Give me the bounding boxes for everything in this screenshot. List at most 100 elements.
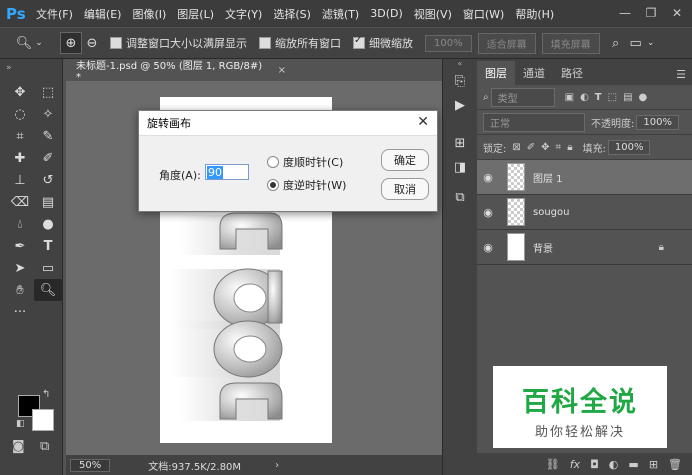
layer-row-sougou[interactable]: ◉ sougou [477, 195, 692, 230]
workspace-chevron-icon[interactable]: ⌄ [646, 33, 656, 53]
cancel-button[interactable]: 取消 [381, 178, 429, 200]
visibility-eye-icon[interactable]: ◉ [477, 241, 499, 254]
menu-select[interactable]: 选择(S) [273, 6, 311, 22]
adjustments-panel-icon[interactable]: ◨ [443, 155, 477, 179]
new-group-icon[interactable]: ▬ [628, 458, 638, 471]
menu-image[interactable]: 图像(I) [132, 6, 166, 22]
ok-button[interactable]: 确定 [381, 149, 429, 171]
clockwise-radio[interactable] [267, 156, 279, 168]
menu-help[interactable]: 帮助(H) [515, 6, 554, 22]
workspace-icon[interactable]: ▭ [626, 33, 646, 53]
tab-channels[interactable]: 通道 [515, 61, 553, 85]
filter-adjust-icon[interactable]: ◐ [580, 92, 589, 103]
close-document-icon[interactable]: × [278, 65, 286, 76]
lasso-tool-icon[interactable]: ◌ [6, 103, 34, 125]
menu-type[interactable]: 文字(Y) [225, 6, 262, 22]
dialog-close-icon[interactable]: ✕ [417, 114, 429, 130]
filter-type-icon[interactable]: T [595, 92, 602, 103]
zoom-tool-icon[interactable]: 🔍︎ [34, 279, 62, 301]
eyedropper-icon[interactable]: ✎ [34, 125, 62, 147]
angle-input[interactable]: 90 [205, 164, 249, 180]
hand-tool-icon[interactable]: ✋︎ [6, 279, 34, 301]
collapse-panels-icon[interactable]: « [443, 59, 477, 69]
chevron-down-icon[interactable]: ⌄ [34, 33, 44, 53]
gradient-tool-icon[interactable]: ▤ [34, 191, 62, 213]
history-brush-icon[interactable]: ↺ [34, 169, 62, 191]
type-tool-icon[interactable]: T [34, 235, 62, 257]
menu-filter[interactable]: 滤镜(T) [322, 6, 359, 22]
fit-screen-button[interactable]: 适合屏幕 [477, 32, 536, 54]
filter-smart-icon[interactable]: ▤ [623, 92, 632, 103]
zoom-tool-preset-icon[interactable]: 🔍︎ [14, 33, 34, 53]
blur-tool-icon[interactable]: 💧︎ [6, 213, 34, 235]
history-panel-icon[interactable]: ⎘ [443, 69, 477, 93]
actions-play-icon[interactable]: ▶ [443, 93, 477, 117]
zoom-level-field[interactable]: 50% [70, 458, 111, 472]
path-select-icon[interactable]: ➤ [6, 257, 34, 279]
maximize-icon[interactable]: ❐ [642, 4, 660, 22]
link-layers-icon[interactable]: ⛓ [546, 458, 560, 471]
filter-pixel-icon[interactable]: ▣ [565, 92, 574, 103]
visibility-eye-icon[interactable]: ◉ [477, 171, 499, 184]
status-menu-arrow-icon[interactable]: › [275, 460, 279, 471]
adjustment-layer-icon[interactable]: ◐ [609, 458, 619, 471]
tab-layers[interactable]: 图层 [477, 61, 515, 85]
add-mask-icon[interactable]: ◘ [590, 458, 599, 471]
default-colors-icon[interactable]: ◧ [16, 419, 25, 429]
magic-wand-icon[interactable]: ✧ [34, 103, 62, 125]
zoom-out-icon[interactable]: ⊖ [82, 33, 102, 53]
layer-row-background[interactable]: ◉ 背景 🔒︎ [477, 230, 692, 265]
percent-100-button[interactable]: 100% [425, 34, 472, 52]
zoom-all-checkbox[interactable] [259, 37, 271, 49]
dodge-tool-icon[interactable]: ● [34, 213, 62, 235]
stamp-tool-icon[interactable]: ⊥ [6, 169, 34, 191]
menu-3d[interactable]: 3D(D) [370, 7, 403, 20]
opacity-field[interactable]: 100% [636, 114, 679, 130]
toolbox-collapse-icon[interactable]: » [6, 63, 12, 73]
lock-all-icon[interactable]: 🔒︎ [567, 142, 572, 153]
fill-screen-button[interactable]: 填充屏幕 [541, 32, 600, 54]
fill-field[interactable]: 100% [607, 139, 651, 155]
quick-mask-icon[interactable]: ◙ [12, 439, 25, 454]
lock-position-icon[interactable]: ✥ [541, 142, 549, 153]
marquee-tool-icon[interactable]: ⬚ [34, 81, 62, 103]
menu-layer[interactable]: 图层(L) [177, 6, 214, 22]
pen-tool-icon[interactable]: ✒ [6, 235, 34, 257]
crop-tool-icon[interactable]: ⌗ [6, 125, 34, 147]
more-tools-icon[interactable]: ··· [6, 301, 34, 323]
glyphs-panel-icon[interactable]: ⧉ [443, 185, 477, 209]
minimize-icon[interactable]: — [616, 4, 634, 22]
brush-tool-icon[interactable]: ✐ [34, 147, 62, 169]
shape-tool-icon[interactable]: ▭ [34, 257, 62, 279]
screen-mode-icon[interactable]: ⧉ [40, 439, 49, 454]
menu-edit[interactable]: 编辑(E) [84, 6, 122, 22]
filter-shape-icon[interactable]: ⬚ [608, 92, 617, 103]
scrubby-zoom-checkbox[interactable] [353, 35, 365, 49]
tab-paths[interactable]: 路径 [553, 61, 591, 85]
layer-style-icon[interactable]: fx [570, 458, 580, 471]
menu-window[interactable]: 窗口(W) [463, 6, 504, 22]
healing-brush-icon[interactable]: ✚ [6, 147, 34, 169]
resize-windows-checkbox[interactable] [110, 37, 122, 49]
eraser-tool-icon[interactable]: ⌫ [6, 191, 34, 213]
lock-paint-icon[interactable]: ✐ [527, 142, 535, 153]
menu-view[interactable]: 视图(V) [414, 6, 452, 22]
blend-mode-select[interactable]: 正常 [483, 112, 585, 132]
zoom-in-icon[interactable]: ⊕ [60, 32, 82, 54]
lock-artboard-icon[interactable]: ⌗ [556, 142, 562, 153]
close-window-icon[interactable]: ✕ [668, 4, 686, 22]
move-tool-icon[interactable]: ✥ [6, 81, 34, 103]
properties-panel-icon[interactable]: ⊞ [443, 131, 477, 155]
filter-type-select[interactable]: 类型 [490, 87, 555, 107]
swap-colors-icon[interactable]: ↰ [42, 389, 50, 400]
counterclockwise-radio[interactable] [267, 179, 279, 191]
layer-row-layer1[interactable]: ◉ 图层 1 [477, 160, 692, 195]
filter-toggle-icon[interactable]: ● [639, 92, 648, 103]
search-icon[interactable]: ⌕ [606, 33, 626, 53]
background-color-swatch[interactable] [32, 409, 54, 431]
document-tab[interactable]: 未标题-1.psd @ 50% (图层 1, RGB/8#) * × [66, 59, 286, 83]
new-layer-icon[interactable]: ⊞ [649, 458, 658, 471]
visibility-eye-icon[interactable]: ◉ [477, 206, 499, 219]
delete-layer-icon[interactable]: 🗑︎ [668, 458, 682, 471]
lock-pixels-icon[interactable]: ⊠ [512, 142, 520, 153]
